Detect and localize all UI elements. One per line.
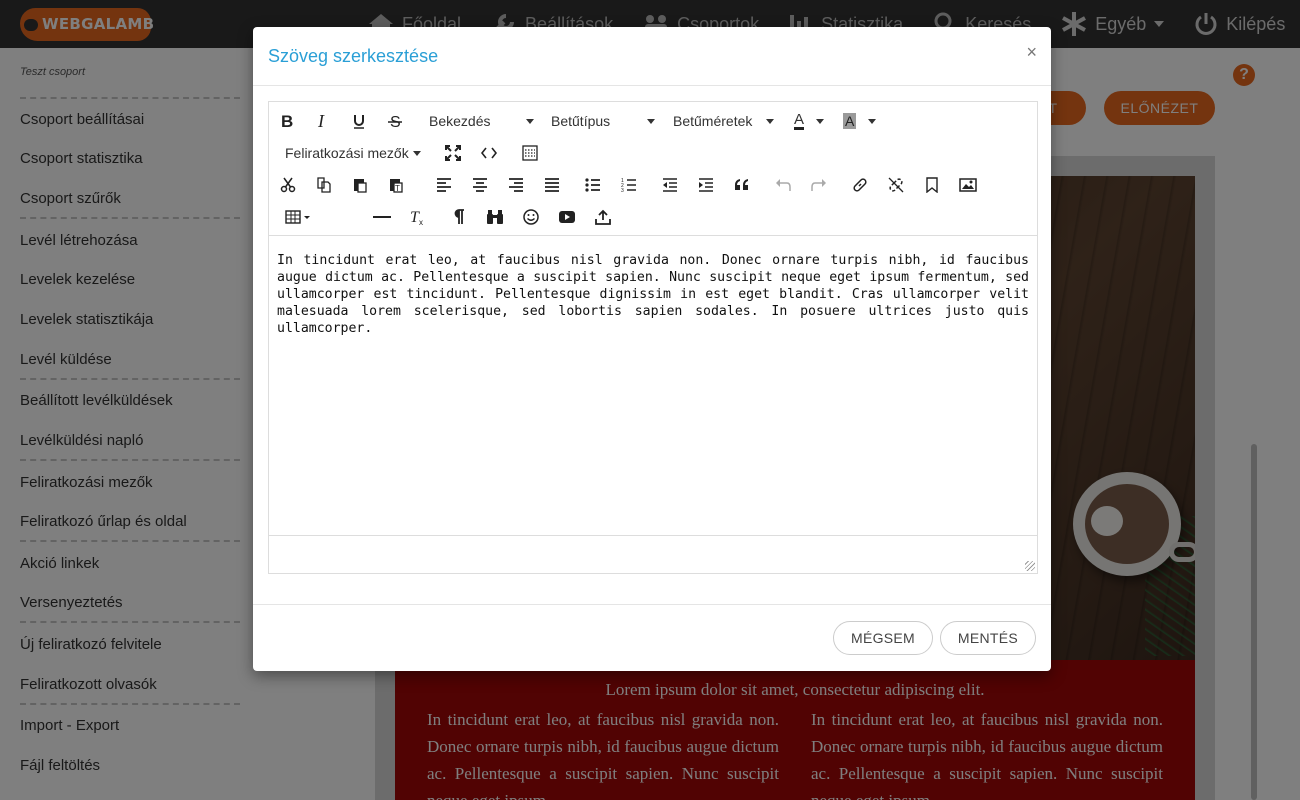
find-binoculars-icon[interactable]	[483, 205, 507, 229]
font-family-dropdown[interactable]: Betűtípus	[551, 111, 656, 131]
caret-down-icon	[868, 118, 877, 124]
background-color-dropdown[interactable]: A	[843, 111, 877, 131]
cancel-button[interactable]: MÉGSEM	[833, 621, 933, 655]
paragraph-format-dropdown[interactable]: Bekezdés	[429, 111, 535, 131]
align-center-icon[interactable]	[468, 173, 492, 197]
subscriber-fields-label: Feliratkozási mezők	[285, 145, 409, 161]
svg-text:x: x	[419, 218, 423, 225]
emoji-smiley-icon[interactable]	[519, 205, 543, 229]
toolbar-row: Feliratkozási mezők	[269, 137, 1037, 169]
font-family-label: Betűtípus	[551, 113, 611, 129]
outdent-icon[interactable]	[658, 173, 682, 197]
resize-handle-icon[interactable]	[1025, 561, 1035, 571]
caret-down-icon	[412, 150, 421, 156]
background-color-icon: A	[843, 113, 857, 129]
fullscreen-icon[interactable]	[441, 141, 465, 165]
font-color-icon: A	[794, 110, 805, 130]
font-color-dropdown[interactable]: A	[794, 110, 825, 131]
indent-icon[interactable]	[694, 173, 718, 197]
caret-down-icon	[526, 118, 535, 124]
horizontal-line-icon[interactable]	[370, 205, 394, 229]
editor-content-area[interactable]: In tincidunt erat leo, at faucibus nisl …	[269, 235, 1037, 535]
svg-text:B: B	[281, 113, 293, 129]
subscriber-fields-dropdown[interactable]: Feliratkozási mezők	[285, 143, 421, 163]
modal-divider	[253, 604, 1051, 605]
blockquote-icon[interactable]	[730, 173, 754, 197]
paragraph-format-label: Bekezdés	[429, 113, 491, 129]
toolbar-row: Tx	[269, 201, 1037, 233]
toolbar-row: B I S Bekezdés Betűtípus Betűméretek A A	[269, 105, 1037, 137]
paste-text-icon[interactable]: T	[384, 173, 408, 197]
upload-icon[interactable]	[591, 205, 615, 229]
paste-icon[interactable]	[348, 173, 372, 197]
underline-icon[interactable]	[347, 109, 371, 133]
svg-text:T: T	[395, 184, 400, 193]
strikethrough-icon[interactable]: S	[383, 109, 407, 133]
source-code-icon[interactable]	[477, 141, 501, 165]
caret-down-icon	[647, 118, 656, 124]
rich-text-editor: B I S Bekezdés Betűtípus Betűméretek A A…	[268, 101, 1038, 574]
align-right-icon[interactable]	[504, 173, 528, 197]
edit-text-modal: Szöveg szerkesztése × B I S Bekezdés Bet…	[253, 27, 1051, 671]
bold-icon[interactable]: B	[275, 109, 299, 133]
italic-icon[interactable]: I	[311, 109, 335, 133]
link-icon[interactable]	[848, 173, 872, 197]
video-embed-icon[interactable]	[555, 205, 579, 229]
caret-down-icon	[816, 118, 825, 124]
align-left-icon[interactable]	[432, 173, 456, 197]
image-icon[interactable]	[956, 173, 980, 197]
anchor-bookmark-icon[interactable]	[920, 173, 944, 197]
copy-icon[interactable]	[312, 173, 336, 197]
caret-down-icon	[766, 118, 775, 124]
svg-text:3: 3	[621, 188, 624, 193]
font-size-label: Betűméretek	[673, 113, 753, 129]
show-blocks-icon[interactable]	[518, 141, 542, 165]
cut-icon[interactable]	[276, 173, 300, 197]
modal-title: Szöveg szerkesztése	[268, 46, 439, 66]
table-icon[interactable]	[283, 205, 315, 229]
toolbar-row: T 123	[269, 169, 1037, 201]
svg-text:I: I	[317, 113, 325, 129]
save-button[interactable]: MENTÉS	[940, 621, 1036, 655]
bulleted-list-icon[interactable]	[581, 173, 605, 197]
modal-divider	[253, 85, 1051, 86]
clear-formatting-icon[interactable]: Tx	[406, 205, 430, 229]
editor-status-bar	[269, 535, 1037, 573]
unlink-icon[interactable]	[884, 173, 908, 197]
numbered-list-icon[interactable]: 123	[617, 173, 641, 197]
close-icon[interactable]: ×	[1026, 42, 1037, 62]
font-size-dropdown[interactable]: Betűméretek	[673, 111, 775, 131]
undo-icon[interactable]	[771, 173, 795, 197]
redo-icon[interactable]	[807, 173, 831, 197]
pilcrow-icon[interactable]	[447, 205, 471, 229]
align-justify-icon[interactable]	[540, 173, 564, 197]
